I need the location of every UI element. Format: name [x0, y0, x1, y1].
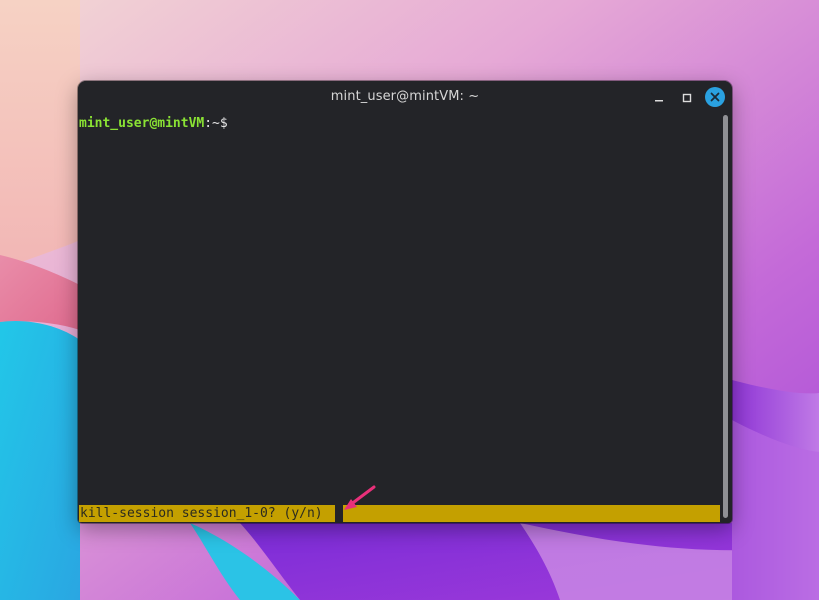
close-button[interactable] — [705, 87, 725, 107]
terminal-area[interactable]: mint_user@mintVM:~$ kill-session session… — [78, 114, 720, 522]
arrow-icon — [344, 485, 376, 510]
prompt-path: :~$ — [204, 116, 228, 131]
kill-session-prompt: kill-session session_1-0? (y/n) — [80, 506, 323, 521]
shell-prompt: mint_user@mintVM:~$ — [79, 115, 228, 132]
close-icon — [710, 92, 720, 102]
window-title: mint_user@mintVM: ~ — [330, 89, 480, 104]
maximize-button[interactable] — [677, 88, 697, 108]
maximize-icon — [682, 93, 692, 103]
title-bar[interactable]: mint_user@mintVM: ~ — [78, 81, 732, 114]
terminal-scrollbar[interactable] — [721, 114, 732, 523]
minimize-icon — [655, 100, 663, 102]
minimize-button[interactable] — [649, 88, 669, 108]
tmux-status-bar: kill-session session_1-0? (y/n) — [79, 505, 720, 522]
scrollbar-thumb[interactable] — [723, 115, 728, 518]
prompt-user-host: mint_user@mintVM — [79, 116, 205, 131]
terminal-window: mint_user@mintVM: ~ mint_user@mintVM:~$ … — [78, 81, 732, 523]
